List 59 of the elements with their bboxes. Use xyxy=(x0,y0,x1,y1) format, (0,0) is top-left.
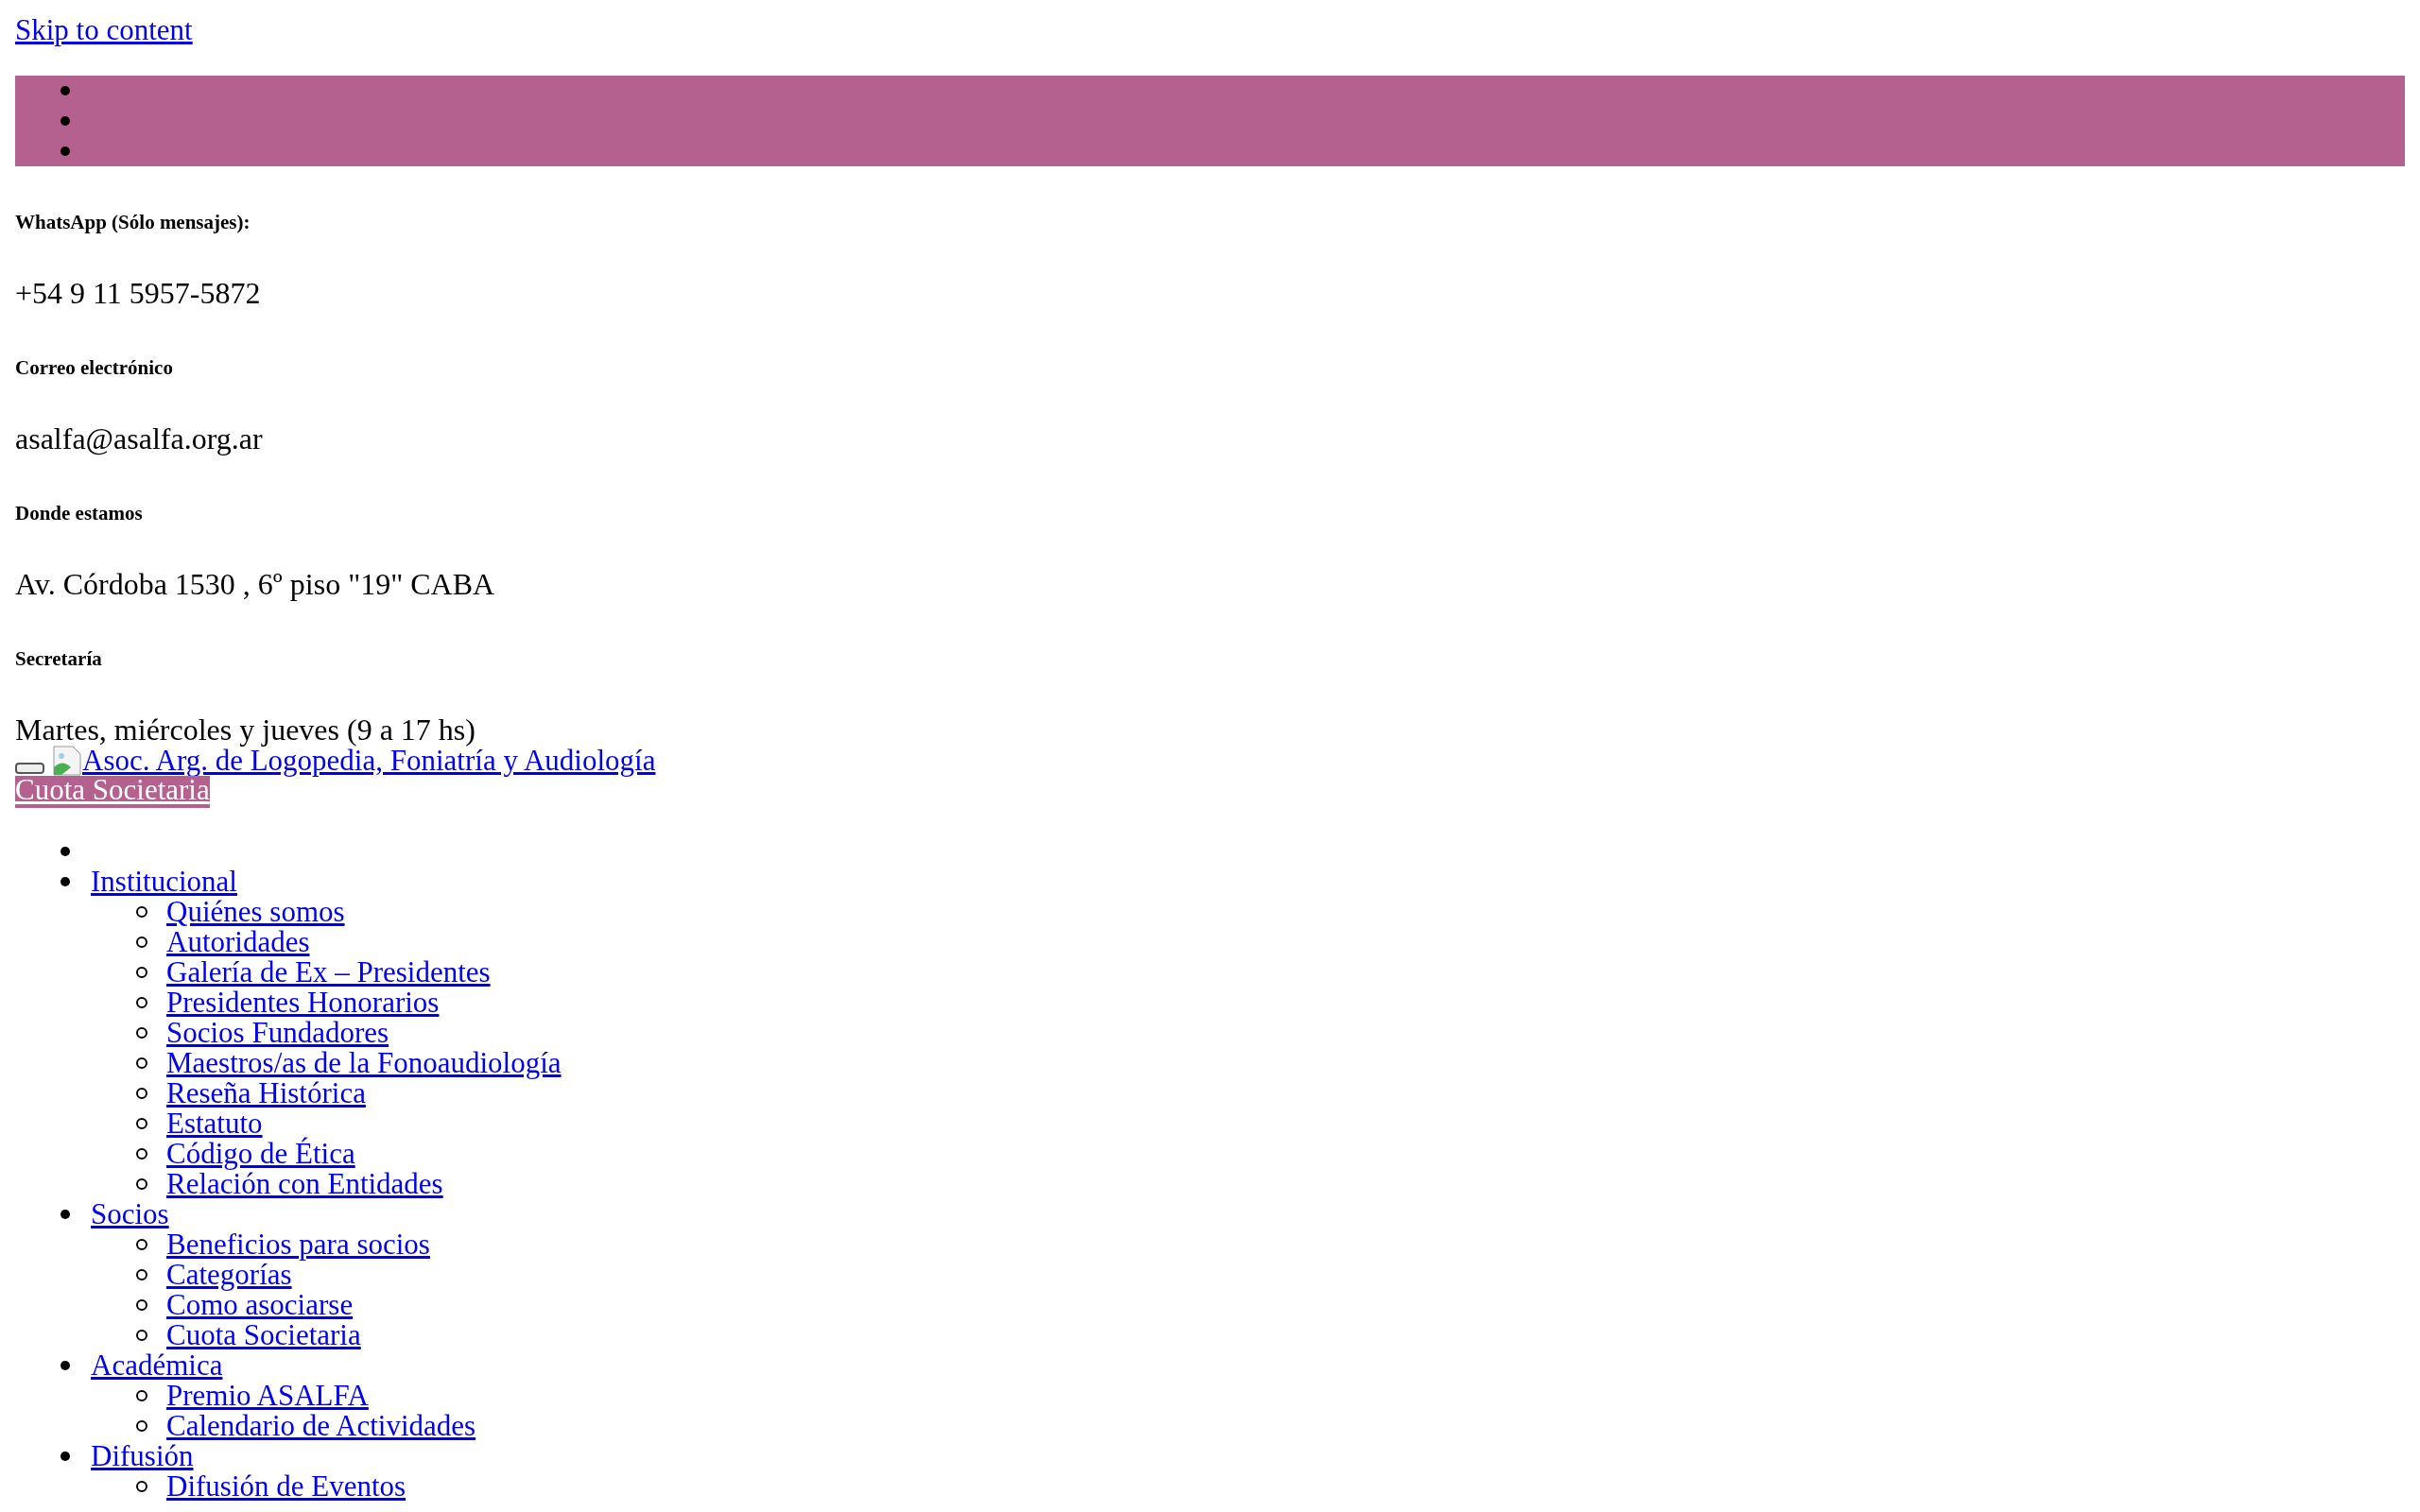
contact-heading: Secretaría xyxy=(15,646,102,672)
submenu-link[interactable]: Premio ASALFA xyxy=(166,1381,369,1411)
submenu-link[interactable]: Quiénes somos xyxy=(166,897,345,927)
circle-bullet-icon xyxy=(136,967,147,978)
bullet-icon xyxy=(60,847,70,856)
submenu-link[interactable]: Presidentes Honorarios xyxy=(166,988,440,1018)
contact-text: Martes, miércoles y jueves (9 a 17 hs) xyxy=(15,714,475,745)
submenu-link[interactable]: Galería de Ex – Presidentes xyxy=(166,957,491,988)
circle-bullet-icon xyxy=(136,1420,147,1432)
bullet-icon xyxy=(60,877,70,886)
bullet-icon xyxy=(60,1361,70,1370)
circle-bullet-icon xyxy=(136,1027,147,1039)
circle-bullet-icon xyxy=(136,1330,147,1341)
submenu-link[interactable]: Reseña Histórica xyxy=(166,1078,366,1108)
skip-link[interactable]: Skip to content xyxy=(15,13,193,46)
bullet-icon xyxy=(60,86,70,95)
dues-button[interactable]: Cuota Societaria xyxy=(15,775,210,808)
contact-heading: Correo electrónico xyxy=(15,355,173,381)
circle-bullet-icon xyxy=(136,906,147,918)
circle-bullet-icon xyxy=(136,1481,147,1492)
menu-toggle-button[interactable] xyxy=(15,763,44,774)
broken-image-icon xyxy=(52,746,82,776)
submenu-link[interactable]: Autoridades xyxy=(166,927,310,957)
nav-link[interactable]: Académica xyxy=(91,1350,223,1381)
contact-text: +54 9 11 5957-5872 xyxy=(15,278,261,308)
nav-link[interactable]: Socios xyxy=(91,1199,169,1229)
contact-text: Av. Córdoba 1530 , 6º piso "19" CABA xyxy=(15,569,495,599)
submenu-link[interactable]: Cuota Societaria xyxy=(166,1320,361,1350)
circle-bullet-icon xyxy=(136,1178,147,1190)
contact-heading: Donde estamos xyxy=(15,501,143,526)
circle-bullet-icon xyxy=(136,1118,147,1129)
contact-heading: WhatsApp (Sólo mensajes): xyxy=(15,210,251,235)
bullet-icon xyxy=(60,146,70,156)
nav-link[interactable]: Institucional xyxy=(91,867,237,897)
circle-bullet-icon xyxy=(136,936,147,948)
bullet-icon xyxy=(60,1210,70,1219)
submenu-link[interactable]: Calendario de Actividades xyxy=(166,1411,476,1441)
submenu-link[interactable]: Código de Ética xyxy=(166,1139,355,1169)
submenu-link[interactable]: Como asociarse xyxy=(166,1290,354,1320)
circle-bullet-icon xyxy=(136,997,147,1008)
circle-bullet-icon xyxy=(136,1148,147,1160)
circle-bullet-icon xyxy=(136,1057,147,1069)
circle-bullet-icon xyxy=(136,1299,147,1311)
circle-bullet-icon xyxy=(136,1269,147,1280)
nav-link[interactable]: Difusión xyxy=(91,1441,194,1471)
circle-bullet-icon xyxy=(136,1088,147,1099)
submenu-link[interactable]: Relación con Entidades xyxy=(166,1169,443,1199)
bullet-icon xyxy=(60,116,70,126)
circle-bullet-icon xyxy=(136,1239,147,1250)
submenu-link[interactable]: Categorías xyxy=(166,1260,292,1290)
bullet-icon xyxy=(60,1452,70,1461)
logo-link[interactable]: Asoc. Arg. de Logopedia, Foniatría y Audiología xyxy=(52,746,656,776)
submenu-link[interactable]: Beneficios para socios xyxy=(166,1229,430,1260)
submenu-link[interactable]: Maestros/as de la Fonoaudiología xyxy=(166,1048,562,1078)
circle-bullet-icon xyxy=(136,1390,147,1401)
contact-text: asalfa@asalfa.org.ar xyxy=(15,423,263,454)
submenu-link[interactable]: Estatuto xyxy=(166,1108,263,1139)
submenu-link[interactable]: Socios Fundadores xyxy=(166,1018,389,1048)
submenu-link[interactable]: Difusión de Eventos xyxy=(166,1471,406,1502)
